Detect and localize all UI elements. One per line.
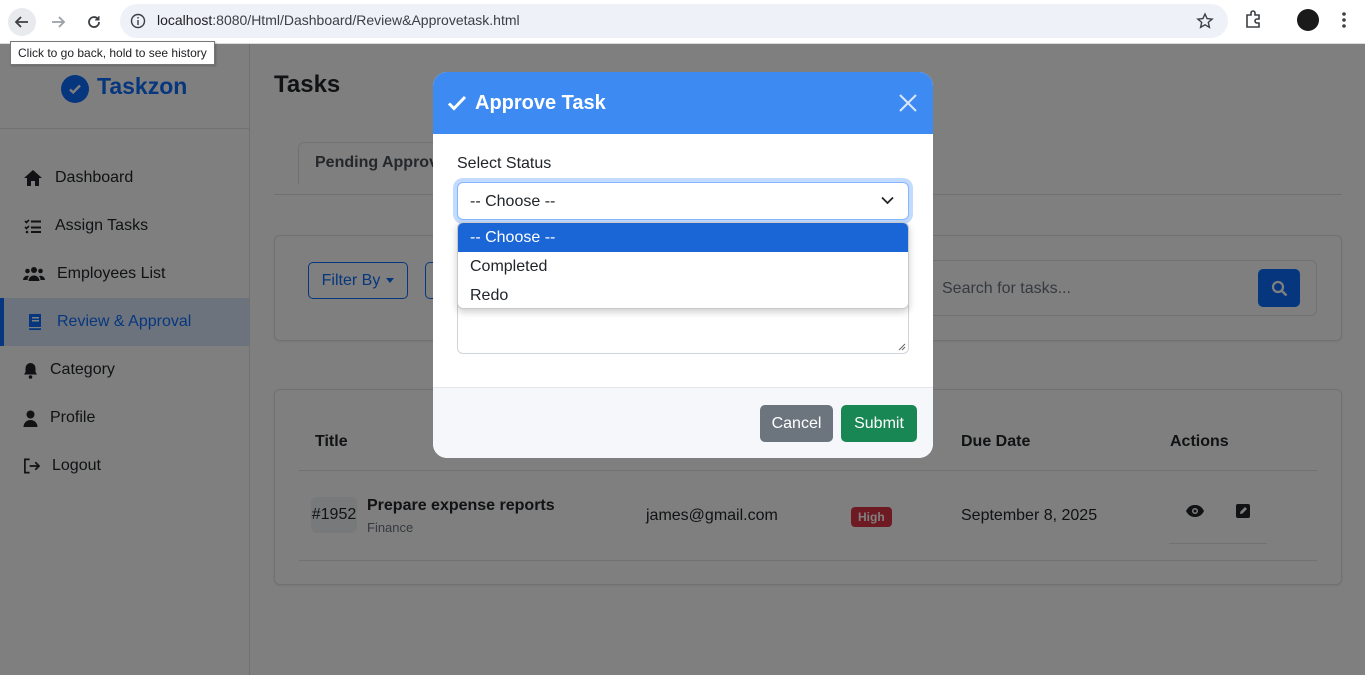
address-bar[interactable]: localhost:8080/Html/Dashboard/Review&App… bbox=[120, 4, 1228, 38]
more-menu-icon[interactable] bbox=[1337, 10, 1351, 30]
approve-task-modal: Approve Task Select Status -- Choose -- … bbox=[433, 72, 933, 458]
browser-toolbar: localhost:8080/Html/Dashboard/Review&App… bbox=[0, 0, 1365, 44]
forward-button[interactable] bbox=[44, 8, 72, 36]
submit-button[interactable]: Submit bbox=[841, 405, 917, 442]
cancel-button[interactable]: Cancel bbox=[760, 405, 833, 442]
arrow-left-icon bbox=[14, 16, 28, 28]
modal-header: Approve Task bbox=[433, 72, 933, 134]
checkmark-icon bbox=[447, 95, 467, 111]
extensions-icon[interactable] bbox=[1243, 9, 1263, 29]
modal-footer: Cancel Submit bbox=[433, 387, 933, 458]
profile-avatar[interactable] bbox=[1297, 9, 1319, 31]
status-option-redo[interactable]: Redo bbox=[458, 281, 908, 308]
url-text: localhost:8080/Html/Dashboard/Review&App… bbox=[157, 12, 520, 28]
reload-button[interactable] bbox=[80, 8, 108, 36]
status-select[interactable]: -- Choose -- bbox=[457, 182, 909, 220]
status-label: Select Status bbox=[457, 155, 552, 172]
back-tooltip: Click to go back, hold to see history bbox=[10, 41, 215, 65]
arrow-right-icon bbox=[52, 16, 66, 28]
site-info-icon[interactable] bbox=[130, 13, 146, 29]
status-option-completed[interactable]: Completed bbox=[458, 252, 908, 281]
status-option-choose[interactable]: -- Choose -- bbox=[458, 223, 908, 252]
chevron-down-icon bbox=[881, 196, 894, 205]
close-icon[interactable] bbox=[898, 93, 918, 113]
back-button[interactable] bbox=[8, 8, 36, 36]
comment-textarea[interactable] bbox=[457, 302, 909, 354]
status-dropdown: -- Choose -- Completed Redo bbox=[457, 222, 909, 309]
bookmark-star-icon[interactable] bbox=[1196, 12, 1214, 30]
status-select-value: -- Choose -- bbox=[470, 193, 556, 210]
modal-title: Approve Task bbox=[475, 92, 606, 114]
resize-grip-icon[interactable] bbox=[898, 343, 906, 351]
reload-icon bbox=[88, 16, 100, 28]
